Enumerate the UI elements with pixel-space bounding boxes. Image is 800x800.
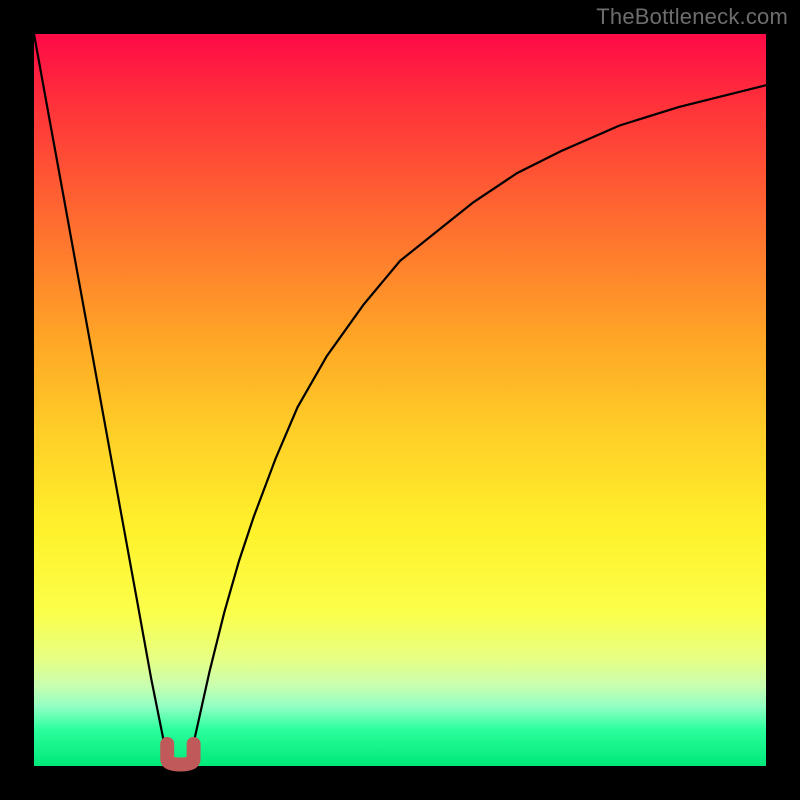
- watermark-text: TheBottleneck.com: [596, 4, 788, 30]
- curve-path: [34, 34, 766, 764]
- chart-frame: TheBottleneck.com: [0, 0, 800, 800]
- optimal-marker: [167, 744, 193, 765]
- bottleneck-curve: [34, 34, 766, 766]
- chart-plot-area: [34, 34, 766, 766]
